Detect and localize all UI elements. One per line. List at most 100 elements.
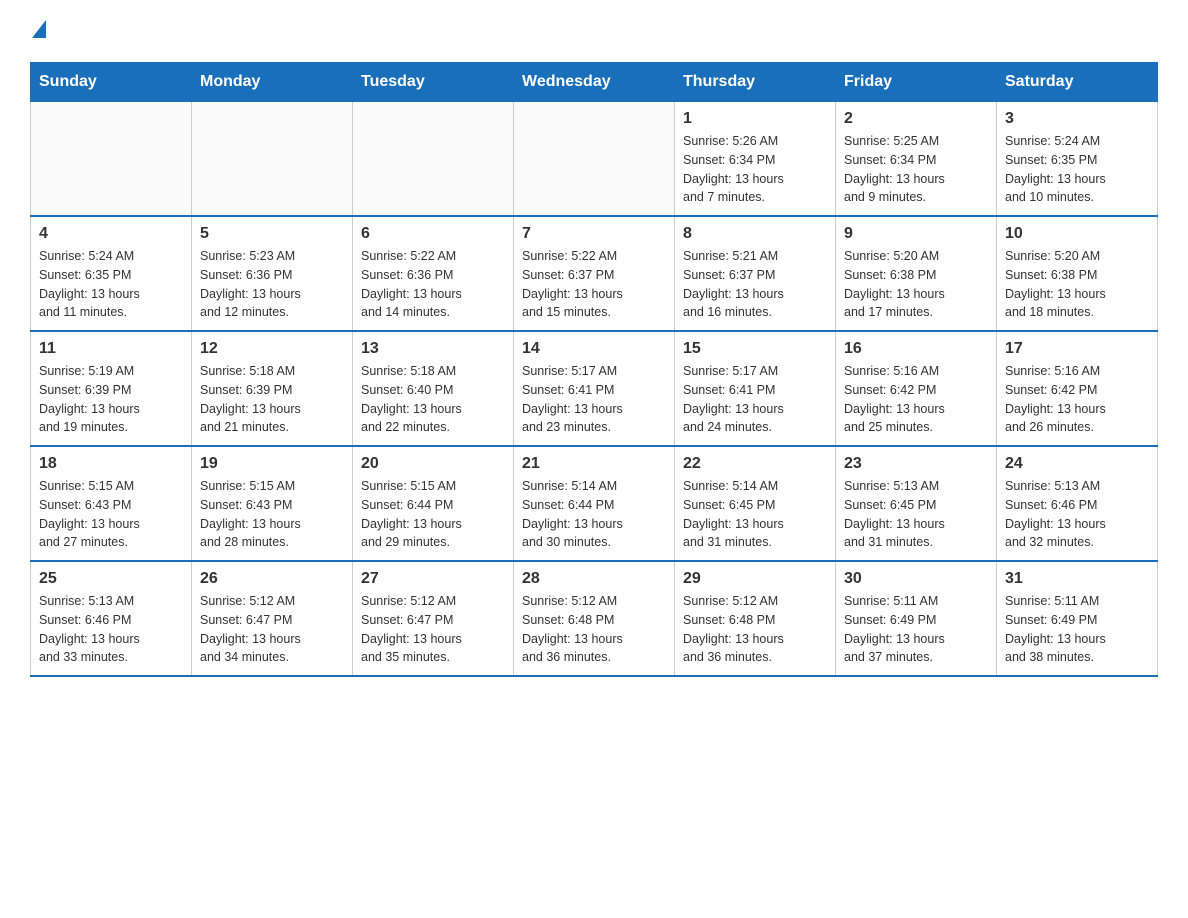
day-info: Sunrise: 5:16 AM Sunset: 6:42 PM Dayligh… (844, 362, 988, 437)
table-row: 5 Sunrise: 5:23 AM Sunset: 6:36 PM Daylig… (192, 216, 353, 331)
day-info: Sunrise: 5:13 AM Sunset: 6:46 PM Dayligh… (39, 592, 183, 667)
table-row: 18 Sunrise: 5:15 AM Sunset: 6:43 PM Dayli… (31, 446, 192, 561)
day-info: Sunrise: 5:18 AM Sunset: 6:39 PM Dayligh… (200, 362, 344, 437)
day-number: 7 (522, 225, 666, 243)
day-info: Sunrise: 5:13 AM Sunset: 6:45 PM Dayligh… (844, 477, 988, 552)
day-info: Sunrise: 5:19 AM Sunset: 6:39 PM Dayligh… (39, 362, 183, 437)
day-number: 22 (683, 455, 827, 473)
table-row: 3 Sunrise: 5:24 AM Sunset: 6:35 PM Daylig… (997, 102, 1158, 217)
day-number: 18 (39, 455, 183, 473)
calendar-week-1: 1 Sunrise: 5:26 AM Sunset: 6:34 PM Daylig… (31, 102, 1158, 217)
day-info: Sunrise: 5:22 AM Sunset: 6:36 PM Dayligh… (361, 247, 505, 322)
table-row: 4Sunrise: 5:24 AM Sunset: 6:35 PM Daylig… (31, 216, 192, 331)
logo-triangle-icon (32, 20, 46, 38)
day-info: Sunrise: 5:22 AM Sunset: 6:37 PM Dayligh… (522, 247, 666, 322)
day-info: Sunrise: 5:26 AM Sunset: 6:34 PM Dayligh… (683, 132, 827, 207)
table-row: 22 Sunrise: 5:14 AM Sunset: 6:45 PM Dayli… (675, 446, 836, 561)
day-info: Sunrise: 5:15 AM Sunset: 6:44 PM Dayligh… (361, 477, 505, 552)
page-header (30, 20, 1158, 42)
day-info: Sunrise: 5:15 AM Sunset: 6:43 PM Dayligh… (39, 477, 183, 552)
day-number: 8 (683, 225, 827, 243)
day-number: 26 (200, 570, 344, 588)
table-row: 6Sunrise: 5:22 AM Sunset: 6:36 PM Daylig… (353, 216, 514, 331)
day-number: 27 (361, 570, 505, 588)
day-info: Sunrise: 5:17 AM Sunset: 6:41 PM Dayligh… (683, 362, 827, 437)
day-number: 19 (200, 455, 344, 473)
table-row: 30Sunrise: 5:11 AM Sunset: 6:49 PM Dayli… (836, 561, 997, 676)
weekday-header-friday: Friday (836, 63, 997, 102)
table-row: 13 Sunrise: 5:18 AM Sunset: 6:40 PM Dayli… (353, 331, 514, 446)
calendar-header: SundayMondayTuesdayWednesdayThursdayFrid… (31, 63, 1158, 102)
calendar-week-5: 25 Sunrise: 5:13 AM Sunset: 6:46 PM Dayli… (31, 561, 1158, 676)
day-number: 12 (200, 340, 344, 358)
calendar-week-2: 4Sunrise: 5:24 AM Sunset: 6:35 PM Daylig… (31, 216, 1158, 331)
calendar-week-3: 11 Sunrise: 5:19 AM Sunset: 6:39 PM Dayli… (31, 331, 1158, 446)
weekday-header-tuesday: Tuesday (353, 63, 514, 102)
weekday-header-monday: Monday (192, 63, 353, 102)
table-row: 14 Sunrise: 5:17 AM Sunset: 6:41 PM Dayli… (514, 331, 675, 446)
day-number: 15 (683, 340, 827, 358)
day-number: 5 (200, 225, 344, 243)
table-row (31, 102, 192, 217)
day-number: 31 (1005, 570, 1149, 588)
day-info: Sunrise: 5:15 AM Sunset: 6:43 PM Dayligh… (200, 477, 344, 552)
day-info: Sunrise: 5:12 AM Sunset: 6:47 PM Dayligh… (361, 592, 505, 667)
day-info: Sunrise: 5:16 AM Sunset: 6:42 PM Dayligh… (1005, 362, 1149, 437)
day-number: 17 (1005, 340, 1149, 358)
day-number: 25 (39, 570, 183, 588)
table-row: 7 Sunrise: 5:22 AM Sunset: 6:37 PM Daylig… (514, 216, 675, 331)
table-row: 25 Sunrise: 5:13 AM Sunset: 6:46 PM Dayli… (31, 561, 192, 676)
table-row: 31Sunrise: 5:11 AM Sunset: 6:49 PM Dayli… (997, 561, 1158, 676)
day-info: Sunrise: 5:23 AM Sunset: 6:36 PM Dayligh… (200, 247, 344, 322)
day-info: Sunrise: 5:14 AM Sunset: 6:45 PM Dayligh… (683, 477, 827, 552)
day-info: Sunrise: 5:14 AM Sunset: 6:44 PM Dayligh… (522, 477, 666, 552)
table-row (514, 102, 675, 217)
table-row: 1 Sunrise: 5:26 AM Sunset: 6:34 PM Daylig… (675, 102, 836, 217)
table-row: 28 Sunrise: 5:12 AM Sunset: 6:48 PM Dayli… (514, 561, 675, 676)
day-info: Sunrise: 5:24 AM Sunset: 6:35 PM Dayligh… (1005, 132, 1149, 207)
day-info: Sunrise: 5:12 AM Sunset: 6:48 PM Dayligh… (522, 592, 666, 667)
table-row: 24Sunrise: 5:13 AM Sunset: 6:46 PM Dayli… (997, 446, 1158, 561)
table-row: 20 Sunrise: 5:15 AM Sunset: 6:44 PM Dayli… (353, 446, 514, 561)
day-info: Sunrise: 5:17 AM Sunset: 6:41 PM Dayligh… (522, 362, 666, 437)
day-number: 28 (522, 570, 666, 588)
weekday-header-saturday: Saturday (997, 63, 1158, 102)
day-number: 14 (522, 340, 666, 358)
table-row: 27 Sunrise: 5:12 AM Sunset: 6:47 PM Dayli… (353, 561, 514, 676)
day-info: Sunrise: 5:12 AM Sunset: 6:47 PM Dayligh… (200, 592, 344, 667)
table-row: 19 Sunrise: 5:15 AM Sunset: 6:43 PM Dayli… (192, 446, 353, 561)
day-info: Sunrise: 5:13 AM Sunset: 6:46 PM Dayligh… (1005, 477, 1149, 552)
table-row: 29Sunrise: 5:12 AM Sunset: 6:48 PM Dayli… (675, 561, 836, 676)
calendar-table: SundayMondayTuesdayWednesdayThursdayFrid… (30, 62, 1158, 677)
day-number: 11 (39, 340, 183, 358)
day-number: 9 (844, 225, 988, 243)
table-row (192, 102, 353, 217)
weekday-header-wednesday: Wednesday (514, 63, 675, 102)
day-number: 2 (844, 110, 988, 128)
day-info: Sunrise: 5:21 AM Sunset: 6:37 PM Dayligh… (683, 247, 827, 322)
day-info: Sunrise: 5:25 AM Sunset: 6:34 PM Dayligh… (844, 132, 988, 207)
table-row: 12 Sunrise: 5:18 AM Sunset: 6:39 PM Dayli… (192, 331, 353, 446)
day-number: 21 (522, 455, 666, 473)
weekday-header-sunday: Sunday (31, 63, 192, 102)
logo (30, 20, 46, 42)
table-row (353, 102, 514, 217)
day-number: 4 (39, 225, 183, 243)
calendar-week-4: 18 Sunrise: 5:15 AM Sunset: 6:43 PM Dayli… (31, 446, 1158, 561)
table-row: 9 Sunrise: 5:20 AM Sunset: 6:38 PM Daylig… (836, 216, 997, 331)
table-row: 15 Sunrise: 5:17 AM Sunset: 6:41 PM Dayli… (675, 331, 836, 446)
table-row: 23 Sunrise: 5:13 AM Sunset: 6:45 PM Dayli… (836, 446, 997, 561)
day-number: 29 (683, 570, 827, 588)
day-info: Sunrise: 5:20 AM Sunset: 6:38 PM Dayligh… (1005, 247, 1149, 322)
day-number: 1 (683, 110, 827, 128)
table-row: 16Sunrise: 5:16 AM Sunset: 6:42 PM Dayli… (836, 331, 997, 446)
day-info: Sunrise: 5:20 AM Sunset: 6:38 PM Dayligh… (844, 247, 988, 322)
table-row: 17 Sunrise: 5:16 AM Sunset: 6:42 PM Dayli… (997, 331, 1158, 446)
day-number: 23 (844, 455, 988, 473)
day-info: Sunrise: 5:18 AM Sunset: 6:40 PM Dayligh… (361, 362, 505, 437)
day-number: 13 (361, 340, 505, 358)
day-number: 20 (361, 455, 505, 473)
table-row: 26 Sunrise: 5:12 AM Sunset: 6:47 PM Dayli… (192, 561, 353, 676)
table-row: 8 Sunrise: 5:21 AM Sunset: 6:37 PM Daylig… (675, 216, 836, 331)
day-number: 3 (1005, 110, 1149, 128)
